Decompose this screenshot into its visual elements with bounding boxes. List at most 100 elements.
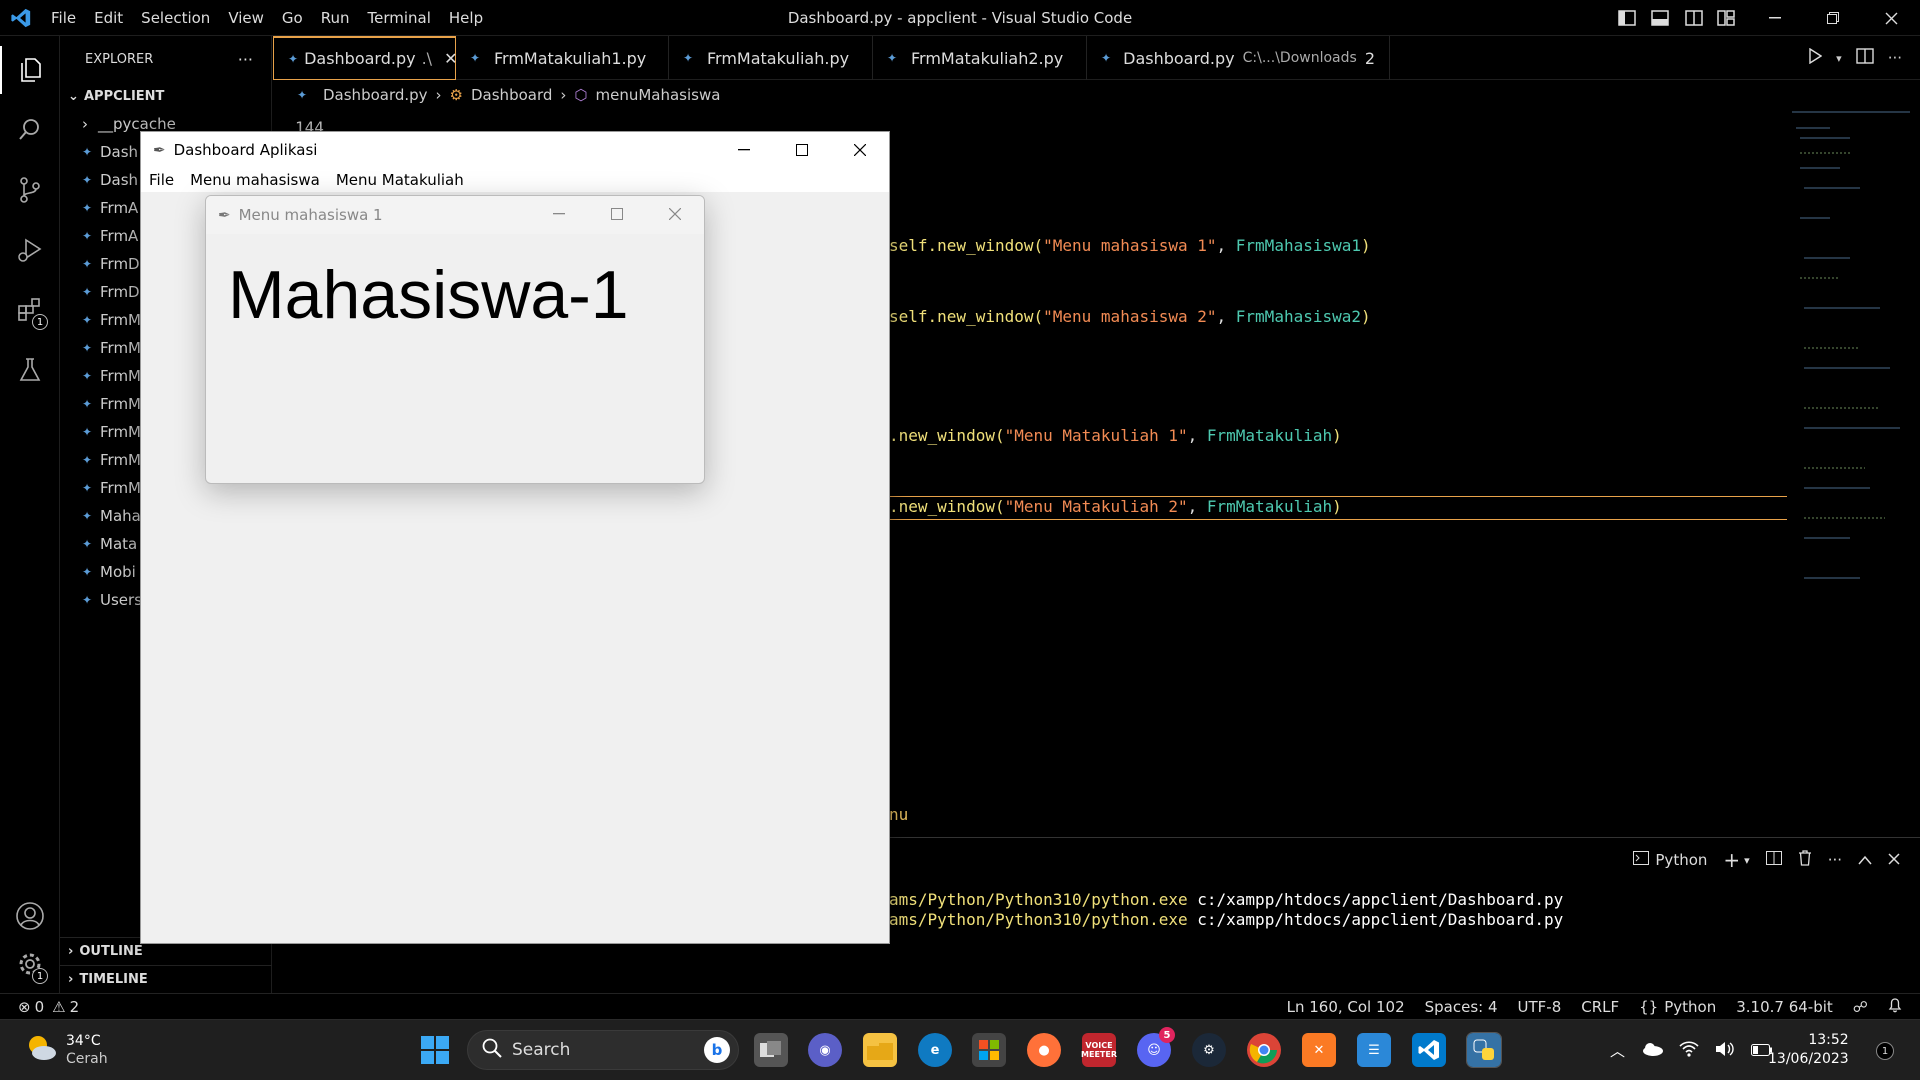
tk-menu-matakuliah[interactable]: Menu Matakuliah <box>328 171 472 189</box>
clock[interactable]: 13:52 13/06/2023 <box>1768 1031 1849 1069</box>
search-icon[interactable] <box>0 106 60 154</box>
tab-dashboard-downloads[interactable]: ✦ Dashboard.py C:\...\Downloads 2 <box>1087 36 1390 80</box>
vscode-taskbar-icon[interactable] <box>1412 1033 1446 1067</box>
tab-frmmatakuliah2[interactable]: ✦ FrmMatakuliah2.py <box>873 36 1087 80</box>
volume-icon[interactable] <box>1715 1041 1735 1061</box>
taskbar-search[interactable]: Search b <box>467 1030 739 1070</box>
terminal-shell-label[interactable]: Python <box>1655 851 1707 869</box>
minimap[interactable] <box>1790 108 1920 608</box>
teams-chat-icon[interactable]: ◉ <box>808 1033 842 1067</box>
menu-help[interactable]: Help <box>440 9 492 27</box>
edge-browser-icon[interactable]: e <box>918 1033 952 1067</box>
line-ending[interactable]: CRLF <box>1581 998 1619 1016</box>
more-actions-icon[interactable]: ··· <box>1828 851 1842 869</box>
tk-maximize-icon[interactable] <box>773 132 831 168</box>
code-line: .new_window("Menu Matakuliah 1", FrmMata… <box>889 426 1342 445</box>
menu-go[interactable]: Go <box>273 9 312 27</box>
source-control-icon[interactable] <box>0 166 60 214</box>
toggle-panel-icon[interactable] <box>1642 10 1678 26</box>
menu-view[interactable]: View <box>219 9 273 27</box>
breadcrumb-method[interactable]: menuMahasiswa <box>596 86 721 104</box>
chevron-down-icon[interactable]: ▾ <box>1744 854 1750 867</box>
python-interpreter[interactable]: 3.10.7 64-bit <box>1736 998 1833 1016</box>
problems-status[interactable]: ⊗ 0 ⚠ 2 <box>0 998 79 1016</box>
split-terminal-icon[interactable] <box>1765 851 1782 869</box>
bing-icon[interactable]: b <box>704 1037 730 1063</box>
search-placeholder: Search <box>512 1040 571 1060</box>
tk-minimize-icon[interactable] <box>530 196 588 232</box>
close-icon[interactable] <box>1862 0 1920 36</box>
discord-icon[interactable]: ☺ 5 <box>1137 1027 1175 1067</box>
tk-menu-mahasiswa[interactable]: Menu mahasiswa <box>182 171 328 189</box>
tab-frmmatakuliah[interactable]: ✦ FrmMatakuliah.py <box>669 36 873 80</box>
toggle-sidebar-icon[interactable] <box>1612 10 1642 26</box>
python-file-icon: ✦ <box>82 425 93 439</box>
more-actions-icon[interactable]: ··· <box>1888 49 1902 67</box>
tree-root-label: APPCLIENT <box>84 88 165 104</box>
steam-icon[interactable]: ⚙ <box>1192 1033 1226 1067</box>
tab-label: FrmMatakuliah.py <box>707 48 850 68</box>
indentation[interactable]: Spaces: 4 <box>1425 998 1498 1016</box>
tk-close-icon[interactable] <box>831 132 889 168</box>
run-debug-icon[interactable] <box>0 226 60 274</box>
cursor-position[interactable]: Ln 160, Col 102 <box>1287 998 1405 1016</box>
tree-file-label: FrmM <box>100 479 141 497</box>
menu-file[interactable]: File <box>42 9 85 27</box>
menu-terminal[interactable]: Terminal <box>359 9 440 27</box>
tk-child-titlebar[interactable]: ✒ Menu mahasiswa 1 <box>206 196 704 234</box>
chevron-up-icon[interactable]: ︿ <box>1610 1040 1625 1061</box>
run-file-icon[interactable] <box>1808 47 1823 68</box>
onedrive-cloud-icon[interactable] <box>1641 1042 1664 1060</box>
chrome-icon[interactable] <box>1247 1033 1281 1067</box>
start-windows-icon[interactable] <box>418 1033 452 1067</box>
tree-root[interactable]: ⌄ APPCLIENT <box>60 82 271 110</box>
language-mode[interactable]: {} Python <box>1639 998 1716 1016</box>
explorer-icon[interactable] <box>0 46 60 94</box>
microsoft-store-icon[interactable] <box>972 1033 1006 1067</box>
discord-badge: 5 <box>1159 1027 1175 1043</box>
tk-minimize-icon[interactable] <box>715 132 773 168</box>
accounts-icon[interactable] <box>0 892 60 940</box>
split-editor-icon[interactable] <box>1855 48 1874 68</box>
voicemeeter-icon[interactable]: VOICE MEETER <box>1081 1033 1117 1067</box>
menu-run[interactable]: Run <box>312 9 359 27</box>
notification-badge[interactable]: 1 <box>1876 1042 1894 1060</box>
weather-widget[interactable]: 34°C Cerah <box>24 1032 108 1068</box>
restore-icon[interactable] <box>1804 0 1862 36</box>
notepad-icon[interactable]: ☰ <box>1357 1033 1391 1067</box>
maximize-panel-icon[interactable] <box>1858 851 1872 869</box>
tree-file-label: Users <box>100 591 143 609</box>
tab-frmmatakuliah1[interactable]: ✦ FrmMatakuliah1.py <box>456 36 669 80</box>
timeline-section[interactable]: › TIMELINE <box>60 965 272 993</box>
trash-icon[interactable] <box>1798 850 1812 870</box>
python-taskbar-icon[interactable] <box>1466 1032 1502 1068</box>
notifications-bell-icon[interactable] <box>1888 997 1902 1017</box>
file-explorer-icon[interactable] <box>863 1033 897 1067</box>
breadcrumb-file[interactable]: Dashboard.py <box>323 86 428 104</box>
toggle-secondary-sidebar-icon[interactable] <box>1678 10 1710 26</box>
close-panel-icon[interactable] <box>1888 851 1900 869</box>
feedback-icon[interactable]: ☍ <box>1853 998 1868 1016</box>
menu-selection[interactable]: Selection <box>132 9 219 27</box>
customize-layout-icon[interactable] <box>1710 10 1742 26</box>
tab-dashboard[interactable]: ✦ Dashboard.py .\ ✕ <box>273 36 457 80</box>
explorer-more-icon[interactable]: ··· <box>238 50 253 69</box>
tk-maximize-icon[interactable] <box>588 196 646 232</box>
tk-close-icon[interactable] <box>646 196 704 232</box>
minimize-icon[interactable] <box>1746 0 1804 36</box>
tk-titlebar[interactable]: ✒ Dashboard Aplikasi <box>141 132 889 168</box>
warning-count: 2 <box>69 997 80 1016</box>
tk-menu-file[interactable]: File <box>141 171 182 189</box>
task-view-icon[interactable] <box>754 1033 788 1067</box>
menu-edit[interactable]: Edit <box>85 9 132 27</box>
xampp-icon[interactable]: ✕ <box>1302 1033 1336 1067</box>
extensions-icon[interactable]: 1 <box>0 286 60 334</box>
breadcrumb-class[interactable]: Dashboard <box>471 86 552 104</box>
chevron-down-icon[interactable]: ▾ <box>1836 52 1842 65</box>
encoding[interactable]: UTF-8 <box>1518 998 1562 1016</box>
wifi-icon[interactable] <box>1679 1040 1699 1061</box>
new-terminal-icon[interactable]: + <box>1723 848 1740 872</box>
firefox-icon[interactable]: ● <box>1027 1033 1061 1067</box>
testing-icon[interactable] <box>0 346 60 394</box>
manage-gear-icon[interactable]: 1 <box>0 940 60 988</box>
